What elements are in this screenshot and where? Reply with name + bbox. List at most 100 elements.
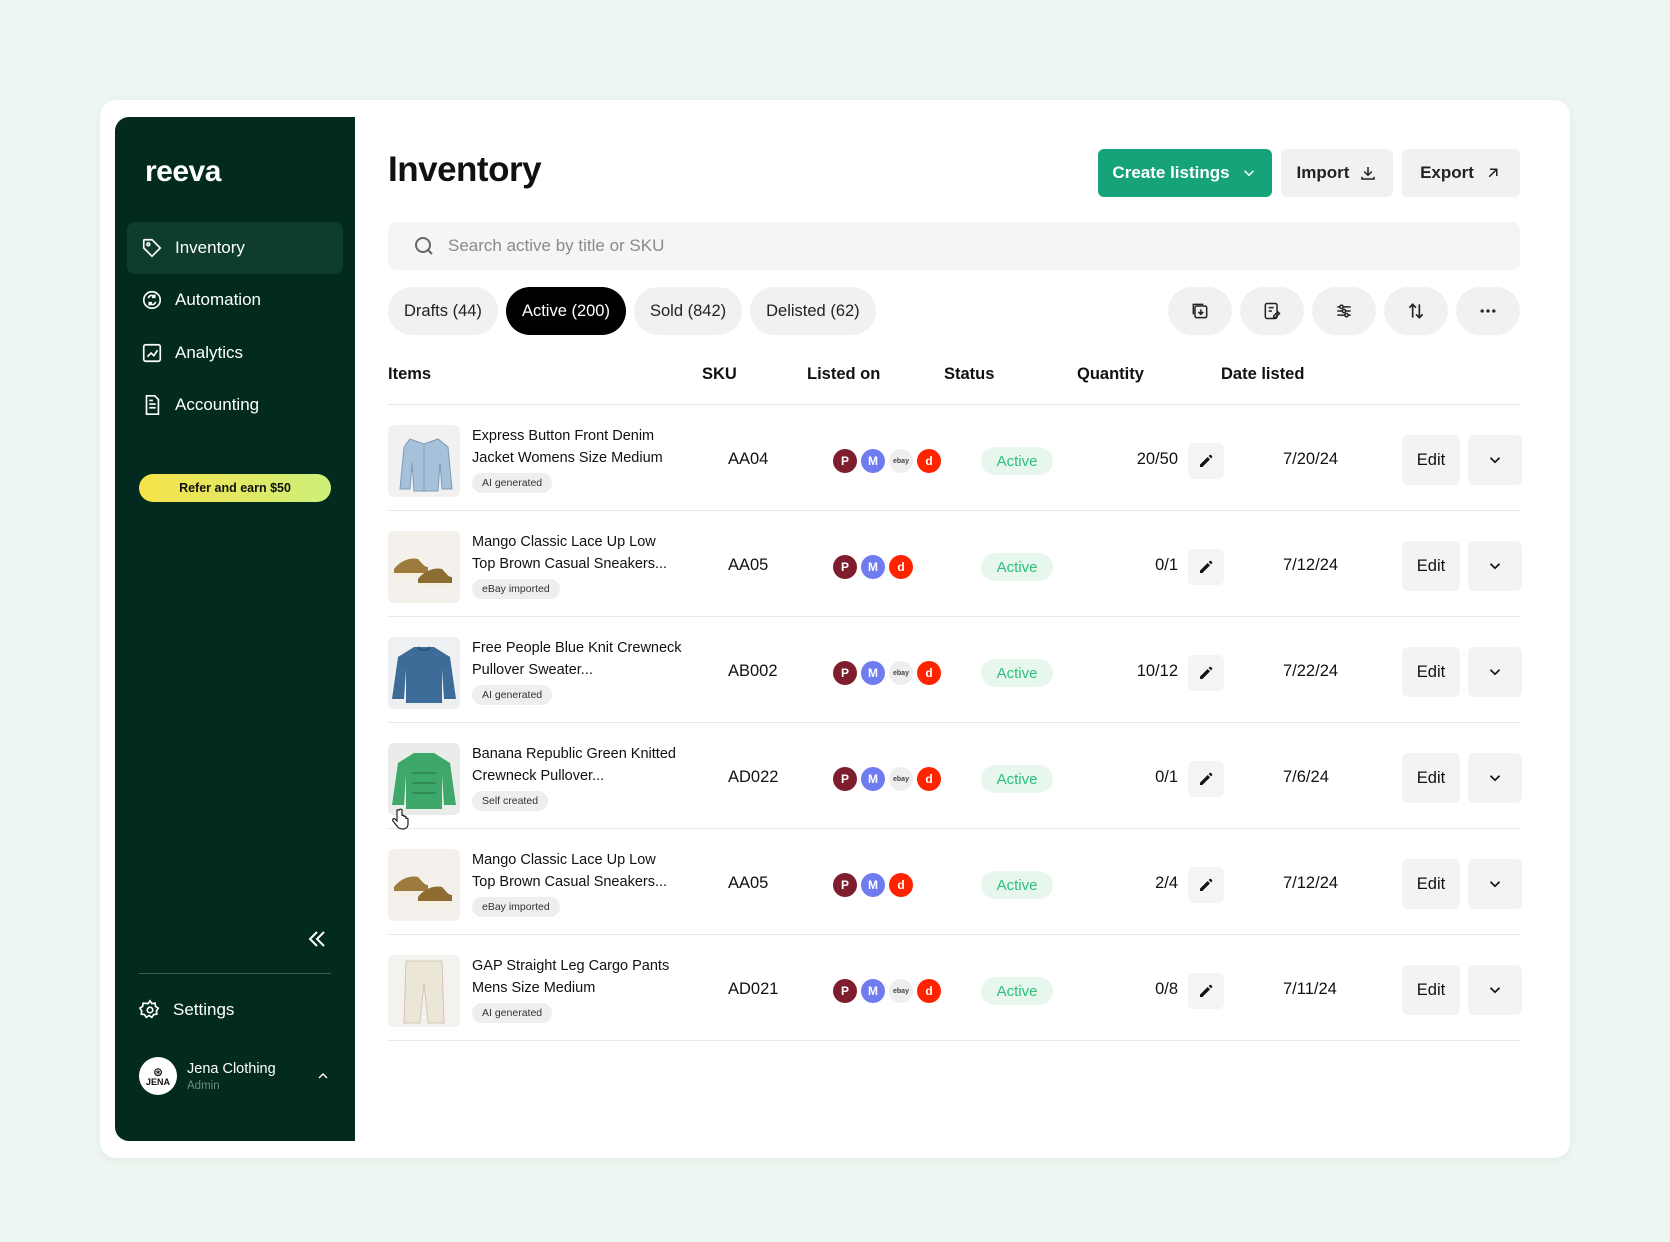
item-date-listed: 7/20/24 — [1283, 450, 1339, 468]
item-thumbnail[interactable] — [388, 955, 460, 1027]
item-thumbnail[interactable] — [388, 425, 460, 497]
column-status[interactable]: Status — [944, 365, 994, 384]
edit-button[interactable]: Edit — [1402, 541, 1460, 591]
edit-button[interactable]: Edit — [1402, 965, 1460, 1015]
user-name: Jena Clothing — [187, 1060, 276, 1077]
item-thumbnail[interactable] — [388, 849, 460, 921]
tab-active[interactable]: Active (200) — [505, 287, 626, 335]
item-thumbnail[interactable] — [388, 531, 460, 603]
search-icon — [415, 237, 433, 255]
search-input[interactable] — [448, 236, 1348, 256]
poshmark-icon: P — [833, 767, 857, 791]
item-source-badge: AI generated — [472, 473, 553, 493]
sort-icon — [1408, 303, 1424, 319]
column-quantity[interactable]: Quantity — [1077, 365, 1144, 384]
chevron-up-icon[interactable] — [315, 1068, 331, 1084]
more-options-button[interactable] — [1456, 287, 1520, 335]
import-button[interactable]: Import — [1281, 149, 1393, 197]
edit-button[interactable]: Edit — [1402, 647, 1460, 697]
gear-icon — [139, 999, 161, 1021]
edit-quantity-button[interactable] — [1188, 655, 1224, 691]
tab-delisted[interactable]: Delisted (62) — [750, 287, 876, 335]
export-button[interactable]: Export — [1402, 149, 1520, 197]
collapse-sidebar-icon[interactable] — [305, 927, 329, 951]
create-listings-button[interactable]: Create listings — [1098, 149, 1272, 197]
toolbar — [1168, 287, 1520, 335]
item-thumbnail[interactable] — [388, 743, 460, 815]
edit-quantity-button[interactable] — [1188, 443, 1224, 479]
sidebar-item-inventory[interactable]: Inventory — [127, 222, 343, 274]
item-date-listed: 7/12/24 — [1283, 874, 1339, 892]
item-title[interactable]: Free People Blue Knit Crewneck Pullover … — [472, 637, 682, 681]
sidebar-item-accounting[interactable]: Accounting — [127, 379, 343, 431]
main-content: Inventory Create listings Import Export … — [388, 117, 1528, 1141]
sort-button[interactable] — [1384, 287, 1448, 335]
column-items[interactable]: Items — [388, 365, 431, 384]
item-thumbnail[interactable] — [388, 637, 460, 709]
listed-platforms: PMd — [833, 555, 917, 579]
item-title[interactable]: Mango Classic Lace Up Low Top Brown Casu… — [472, 531, 682, 575]
sidebar-item-settings[interactable]: Settings — [139, 999, 234, 1021]
item-title[interactable]: GAP Straight Leg Cargo Pants Mens Size M… — [472, 955, 682, 999]
listed-platforms: P Mebay d — [833, 979, 945, 1003]
tab-drafts[interactable]: Drafts (44) — [388, 287, 498, 335]
item-source-badge: eBay imported — [472, 579, 560, 599]
hand-cursor-icon — [392, 808, 409, 830]
expand-row-button[interactable] — [1468, 435, 1522, 485]
sidebar-item-automation[interactable]: Automation — [127, 274, 343, 326]
item-sku: AA05 — [728, 874, 769, 892]
column-date-listed[interactable]: Date listed — [1221, 365, 1304, 384]
edit-button[interactable]: Edit — [1402, 859, 1460, 909]
sidebar-item-analytics[interactable]: Analytics — [127, 327, 343, 379]
edit-button[interactable]: Edit — [1402, 753, 1460, 803]
expand-row-button[interactable] — [1468, 965, 1522, 1015]
column-listed-on[interactable]: Listed on — [807, 365, 880, 384]
edit-button[interactable]: Edit — [1402, 435, 1460, 485]
user-profile[interactable]: ⊛ JENA Jena Clothing Admin — [139, 1057, 331, 1095]
copy-download-icon — [1192, 303, 1208, 319]
expand-row-button[interactable] — [1468, 647, 1522, 697]
bulk-edit-button[interactable] — [1240, 287, 1304, 335]
mercari-icon: M — [861, 661, 885, 685]
table-row[interactable]: Free People Blue Knit Crewneck Pullover … — [388, 617, 1522, 723]
edit-quantity-button[interactable] — [1188, 761, 1224, 797]
refer-button[interactable]: Refer and earn $50 — [139, 474, 331, 502]
depop-icon: d — [917, 661, 941, 685]
tab-sold[interactable]: Sold (842) — [633, 287, 743, 335]
item-date-listed: 7/6/24 — [1283, 768, 1329, 786]
column-sku[interactable]: SKU — [702, 365, 737, 384]
depop-icon: d — [917, 979, 941, 1003]
chart-icon — [141, 342, 163, 364]
table-row[interactable]: Express Button Front Denim Jacket Womens… — [388, 405, 1522, 511]
item-title[interactable]: Express Button Front Denim Jacket Womens… — [472, 425, 682, 469]
search-bar[interactable] — [388, 222, 1520, 270]
item-title[interactable]: Banana Republic Green Knitted Crewneck P… — [472, 743, 682, 787]
status-badge: Active — [981, 977, 1053, 1005]
status-badge: Active — [981, 659, 1053, 687]
item-sku: AA05 — [728, 556, 769, 574]
listed-platforms: PMd — [833, 873, 917, 897]
expand-row-button[interactable] — [1468, 541, 1522, 591]
item-title[interactable]: Mango Classic Lace Up Low Top Brown Casu… — [472, 849, 682, 893]
edit-quantity-button[interactable] — [1188, 549, 1224, 585]
filter-button[interactable] — [1312, 287, 1376, 335]
pencil-icon — [1200, 560, 1213, 573]
table-row[interactable]: Banana Republic Green Knitted Crewneck P… — [388, 723, 1522, 830]
edit-quantity-button[interactable] — [1188, 867, 1224, 903]
mercari-icon: M — [861, 555, 885, 579]
sidebar-divider — [139, 973, 331, 974]
bulk-download-button[interactable] — [1168, 287, 1232, 335]
table-row[interactable]: GAP Straight Leg Cargo Pants Mens Size M… — [388, 935, 1522, 1041]
mercari-icon: M — [861, 873, 885, 897]
expand-row-button[interactable] — [1468, 859, 1522, 909]
sidebar-item-label: Analytics — [175, 343, 244, 362]
poshmark-icon: P — [833, 873, 857, 897]
expand-row-button[interactable] — [1468, 753, 1522, 803]
create-listings-label: Create listings — [1112, 163, 1230, 182]
chevron-down-icon — [1489, 669, 1501, 676]
table-row[interactable]: Mango Classic Lace Up Low Top Brown Casu… — [388, 511, 1522, 617]
mercari-icon: M — [861, 979, 885, 1003]
table-row[interactable]: Mango Classic Lace Up Low Top Brown Casu… — [388, 829, 1522, 935]
chevron-down-icon — [1489, 987, 1501, 994]
edit-quantity-button[interactable] — [1188, 973, 1224, 1009]
